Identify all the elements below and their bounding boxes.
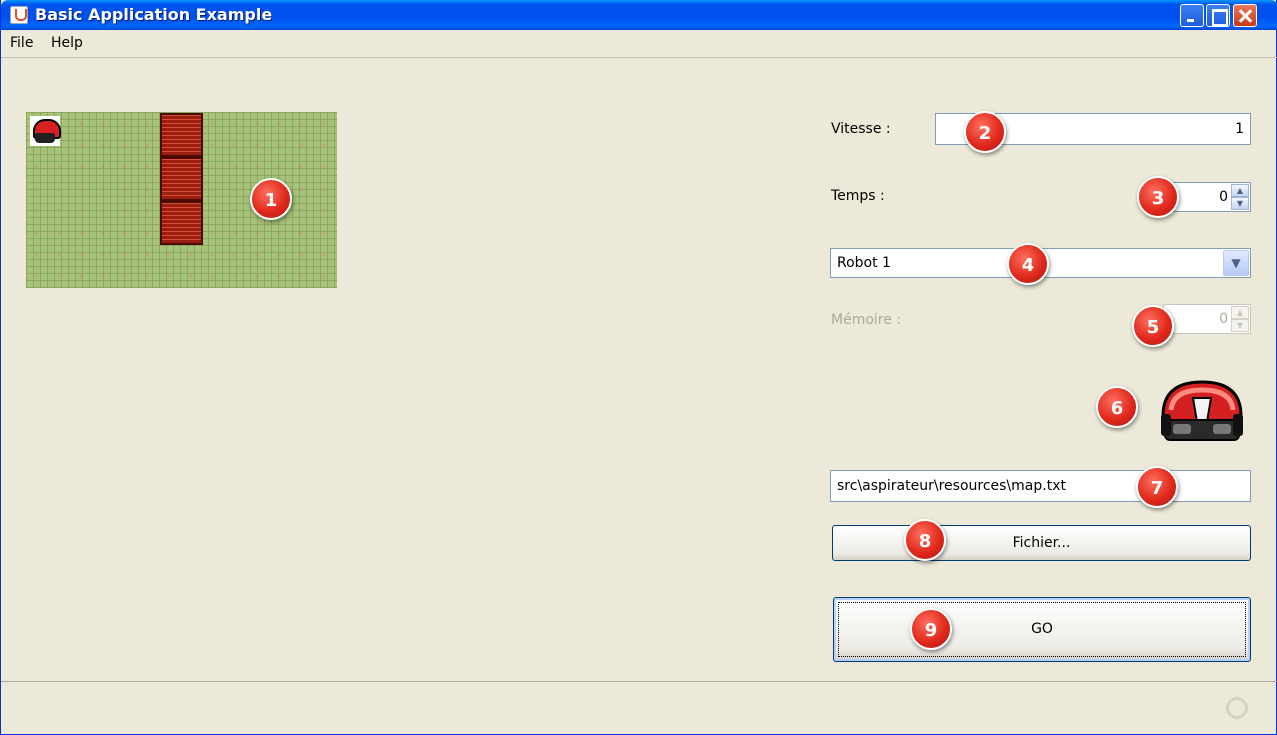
callout-badge-3: 3	[1137, 176, 1179, 218]
go-button[interactable]: GO	[833, 597, 1251, 662]
memoire-value: 0	[1219, 311, 1228, 327]
callout-badge-6: 6	[1096, 386, 1138, 428]
spinner-down-icon[interactable]: ▼	[1231, 319, 1249, 332]
memoire-spinner[interactable]: 0 ▲ ▼	[1163, 304, 1251, 334]
robot-vacuum-icon	[30, 116, 61, 146]
callout-badge-5: 5	[1132, 305, 1174, 347]
maximize-button[interactable]	[1206, 4, 1230, 27]
wooden-crate-icon	[160, 201, 203, 245]
callout-badge-1: 1	[250, 178, 292, 220]
spinner-arrows[interactable]: ▲ ▼	[1231, 184, 1249, 210]
spinner-up-icon[interactable]: ▲	[1231, 184, 1249, 197]
spinner-up-icon[interactable]: ▲	[1231, 306, 1249, 319]
title-bar[interactable]: Basic Application Example	[1, 0, 1277, 30]
callout-badge-2: 2	[964, 111, 1006, 153]
file-path-field[interactable]: src\aspirateur\resources\map.txt	[830, 470, 1251, 502]
callout-badge-4: 4	[1007, 243, 1049, 285]
menu-help[interactable]: Help	[51, 35, 83, 51]
memoire-label: Mémoire :	[831, 312, 902, 328]
callout-badge-7: 7	[1136, 466, 1178, 508]
temps-label: Temps :	[831, 188, 885, 204]
chevron-down-icon[interactable]: ▼	[1223, 250, 1249, 276]
robot-select-value: Robot 1	[837, 255, 891, 271]
busy-indicator-icon	[1226, 697, 1248, 719]
callout-badge-8: 8	[904, 519, 946, 561]
fichier-button[interactable]: Fichier...	[832, 525, 1251, 561]
status-bar	[1, 681, 1277, 735]
app-window: Basic Application Example File Help Vite…	[0, 0, 1277, 735]
close-button[interactable]	[1233, 4, 1257, 27]
wooden-crate-icon	[160, 157, 203, 201]
vitesse-label: Vitesse :	[831, 121, 891, 137]
window-title: Basic Application Example	[35, 5, 273, 24]
temps-value: 0	[1219, 189, 1228, 205]
spinner-arrows[interactable]: ▲ ▼	[1231, 306, 1249, 332]
spinner-down-icon[interactable]: ▼	[1231, 197, 1249, 210]
menu-file[interactable]: File	[10, 35, 33, 51]
callout-badge-9: 9	[910, 608, 952, 650]
robot-vacuum-icon	[1161, 380, 1243, 441]
minimize-button[interactable]	[1180, 4, 1204, 27]
wooden-crate-icon	[160, 113, 203, 157]
java-app-icon	[10, 6, 28, 24]
menu-bar: File Help	[1, 30, 1277, 58]
